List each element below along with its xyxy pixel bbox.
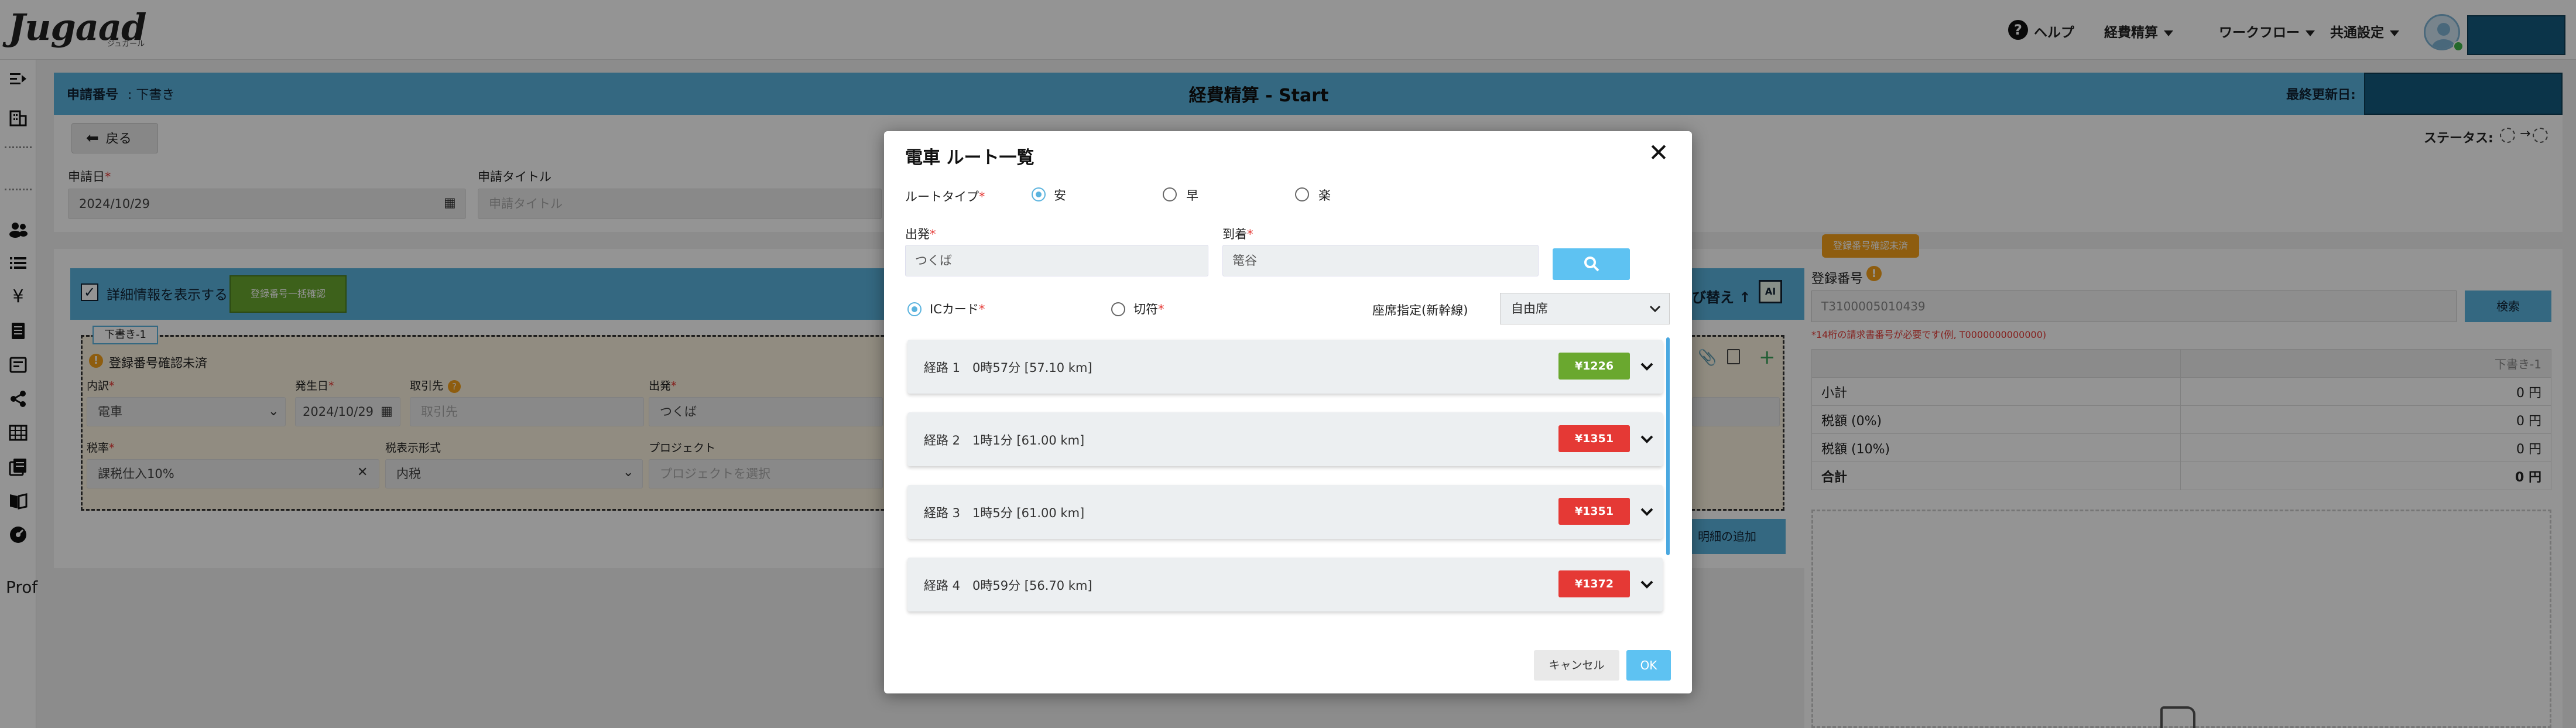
route-summary: 経路 2 1時1分 [61.00 km]: [924, 433, 1085, 447]
route-type-cheap-radio[interactable]: [1032, 187, 1046, 201]
chevron-down-icon[interactable]: [1639, 577, 1654, 592]
chevron-down-icon[interactable]: [1639, 360, 1654, 374]
route-fare-badge: ¥1226: [1558, 353, 1630, 380]
cancel-button[interactable]: キャンセル: [1534, 650, 1619, 681]
modal-departure-label: 出発*: [905, 227, 936, 241]
seat-select[interactable]: 自由席: [1500, 293, 1670, 324]
route-type-easy-radio[interactable]: [1295, 187, 1309, 201]
route-type-label: ルートタイプ*: [905, 190, 985, 204]
route-summary: 経路 1 0時57分 [57.10 km]: [924, 361, 1092, 375]
route-summary: 経路 3 1時5分 [61.00 km]: [924, 506, 1085, 520]
chevron-down-icon[interactable]: [1639, 432, 1654, 446]
route-type-cheap-label: 安: [1054, 189, 1066, 203]
route-fare-badge: ¥1372: [1558, 570, 1630, 597]
chevron-down-icon: [1649, 305, 1661, 313]
chevron-down-icon[interactable]: [1639, 505, 1654, 519]
route-fare-badge: ¥1351: [1558, 498, 1630, 525]
ticket-label: 切符*: [1133, 302, 1164, 316]
ticket-radio[interactable]: [1111, 302, 1125, 316]
route-type-fast-label: 早: [1186, 189, 1198, 203]
route-type-fast-radio[interactable]: [1163, 187, 1177, 201]
route-type-easy-label: 楽: [1318, 189, 1331, 203]
route-fare-badge: ¥1351: [1558, 425, 1630, 452]
modal-arrival-label: 到着*: [1222, 227, 1253, 241]
route-list-scrollbar[interactable]: [1666, 337, 1670, 555]
route-summary: 経路 4 0時59分 [56.70 km]: [924, 579, 1092, 593]
search-icon: [1584, 257, 1599, 272]
modal-title: 電車 ルート一覧: [905, 148, 1034, 168]
seat-label: 座席指定(新幹線): [1372, 303, 1468, 317]
ic-card-label: ICカード*: [930, 302, 985, 316]
modal-departure-input[interactable]: つくば: [905, 245, 1208, 276]
modal-arrival-input[interactable]: 篭谷: [1222, 245, 1539, 276]
ok-button[interactable]: OK: [1626, 650, 1671, 681]
close-icon[interactable]: ✕: [1644, 138, 1673, 168]
ic-card-radio[interactable]: [907, 302, 922, 316]
